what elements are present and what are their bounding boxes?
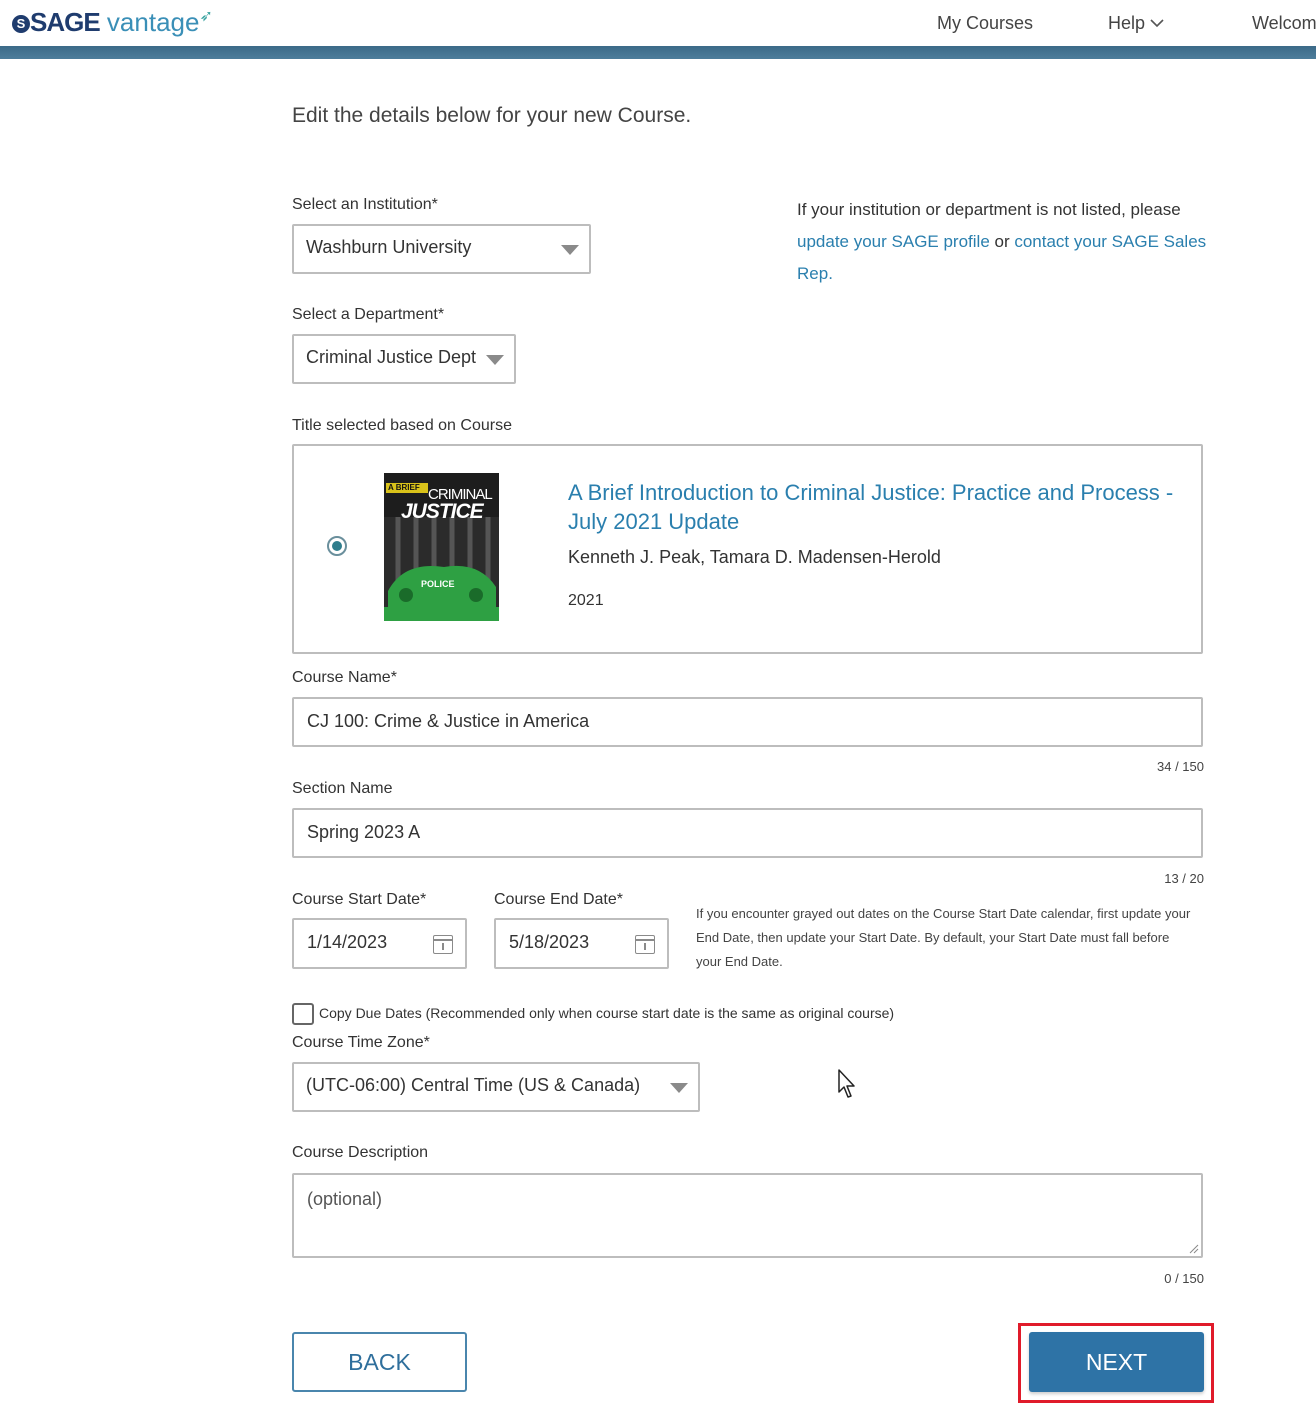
- department-label: Select a Department*: [292, 306, 445, 323]
- section-name-counter: 13 / 20: [1164, 871, 1204, 886]
- start-date-input[interactable]: 1/14/2023: [292, 918, 467, 969]
- date-help-note: If you encounter grayed out dates on the…: [696, 906, 1191, 969]
- course-name-counter: 34 / 150: [1157, 759, 1204, 774]
- next-button[interactable]: NEXT: [1029, 1332, 1204, 1392]
- logo-sage-text: SAGE: [30, 7, 101, 37]
- course-name-label: Course Name*: [292, 669, 397, 686]
- section-name-value: Spring 2023 A: [307, 822, 421, 842]
- info-text-3: .: [828, 264, 833, 283]
- cover-text-justice: JUSTICE: [401, 500, 484, 523]
- sage-s-icon: S: [12, 15, 30, 33]
- description-counter: 0 / 150: [1164, 1271, 1204, 1286]
- department-value: Criminal Justice Dept: [306, 347, 477, 367]
- mouse-cursor-icon: [838, 1069, 855, 1098]
- department-select[interactable]: Criminal Justice Dept: [292, 334, 516, 384]
- calendar-icon[interactable]: [635, 935, 655, 954]
- chevron-down-icon: [1150, 19, 1164, 28]
- copy-due-dates-label[interactable]: Copy Due Dates (Recommended only when co…: [319, 1005, 894, 1021]
- description-placeholder: (optional): [307, 1189, 383, 1209]
- end-date-label: Course End Date*: [494, 891, 623, 908]
- logo-vantage-text: vantage: [106, 7, 200, 37]
- nav-my-courses[interactable]: My Courses: [937, 13, 1033, 34]
- time-zone-label: Course Time Zone*: [292, 1034, 430, 1051]
- course-description-textarea[interactable]: (optional): [292, 1173, 1203, 1258]
- dropdown-caret-icon: [561, 245, 579, 255]
- header-divider-bar: [0, 46, 1316, 59]
- time-zone-value: (UTC-06:00) Central Time (US & Canada): [306, 1075, 641, 1095]
- nav-welcome[interactable]: Welcom: [1252, 13, 1316, 34]
- dropdown-caret-icon: [670, 1083, 688, 1093]
- start-date-label: Course Start Date*: [292, 891, 427, 908]
- institution-help-text: If your institution or department is not…: [797, 194, 1217, 290]
- info-text-2: or: [989, 232, 1015, 251]
- nav-help-label: Help: [1108, 13, 1146, 33]
- section-name-input[interactable]: Spring 2023 A: [292, 808, 1203, 858]
- update-profile-link[interactable]: update your SAGE profile: [797, 232, 990, 251]
- title-section-label: Title selected based on Course: [292, 417, 512, 434]
- course-name-value: CJ 100: Crime & Justice in America: [307, 711, 590, 731]
- institution-select[interactable]: Washburn University: [292, 224, 591, 274]
- course-name-input[interactable]: CJ 100: Crime & Justice in America: [292, 697, 1203, 747]
- sage-vantage-logo[interactable]: S SAGE vantage➶: [12, 6, 213, 38]
- institution-label: Select an Institution*: [292, 196, 438, 213]
- cover-text-police: POLICE: [421, 579, 455, 589]
- description-label: Course Description: [292, 1144, 429, 1161]
- book-title-link[interactable]: A Brief Introduction to Criminal Justice…: [568, 478, 1178, 536]
- page-intro: Edit the details below for your new Cour…: [292, 104, 692, 127]
- start-date-value: 1/14/2023: [307, 932, 388, 952]
- book-authors: Kenneth J. Peak, Tamara D. Madensen-Hero…: [568, 547, 941, 567]
- resize-handle-icon[interactable]: [1189, 1244, 1199, 1254]
- book-year: 2021: [568, 592, 604, 609]
- institution-value: Washburn University: [306, 237, 472, 257]
- end-date-input[interactable]: 5/18/2023: [494, 918, 669, 969]
- section-name-label: Section Name: [292, 780, 393, 797]
- nav-help[interactable]: Help: [1108, 13, 1164, 34]
- end-date-value: 5/18/2023: [509, 932, 590, 952]
- dropdown-caret-icon: [486, 355, 504, 365]
- calendar-icon[interactable]: [433, 935, 453, 954]
- book-cover-image: A BRIEF CRIMINAL JUSTICE POLICE: [384, 473, 499, 621]
- info-text-1: If your institution or department is not…: [797, 200, 1181, 219]
- copy-due-dates-checkbox[interactable]: [292, 1003, 314, 1025]
- cover-text-brief: A BRIEF: [388, 483, 420, 492]
- time-zone-select[interactable]: (UTC-06:00) Central Time (US & Canada): [292, 1062, 700, 1112]
- title-radio-dot: [332, 541, 342, 551]
- bird-icon: ➶: [199, 8, 213, 25]
- back-button[interactable]: BACK: [292, 1332, 467, 1392]
